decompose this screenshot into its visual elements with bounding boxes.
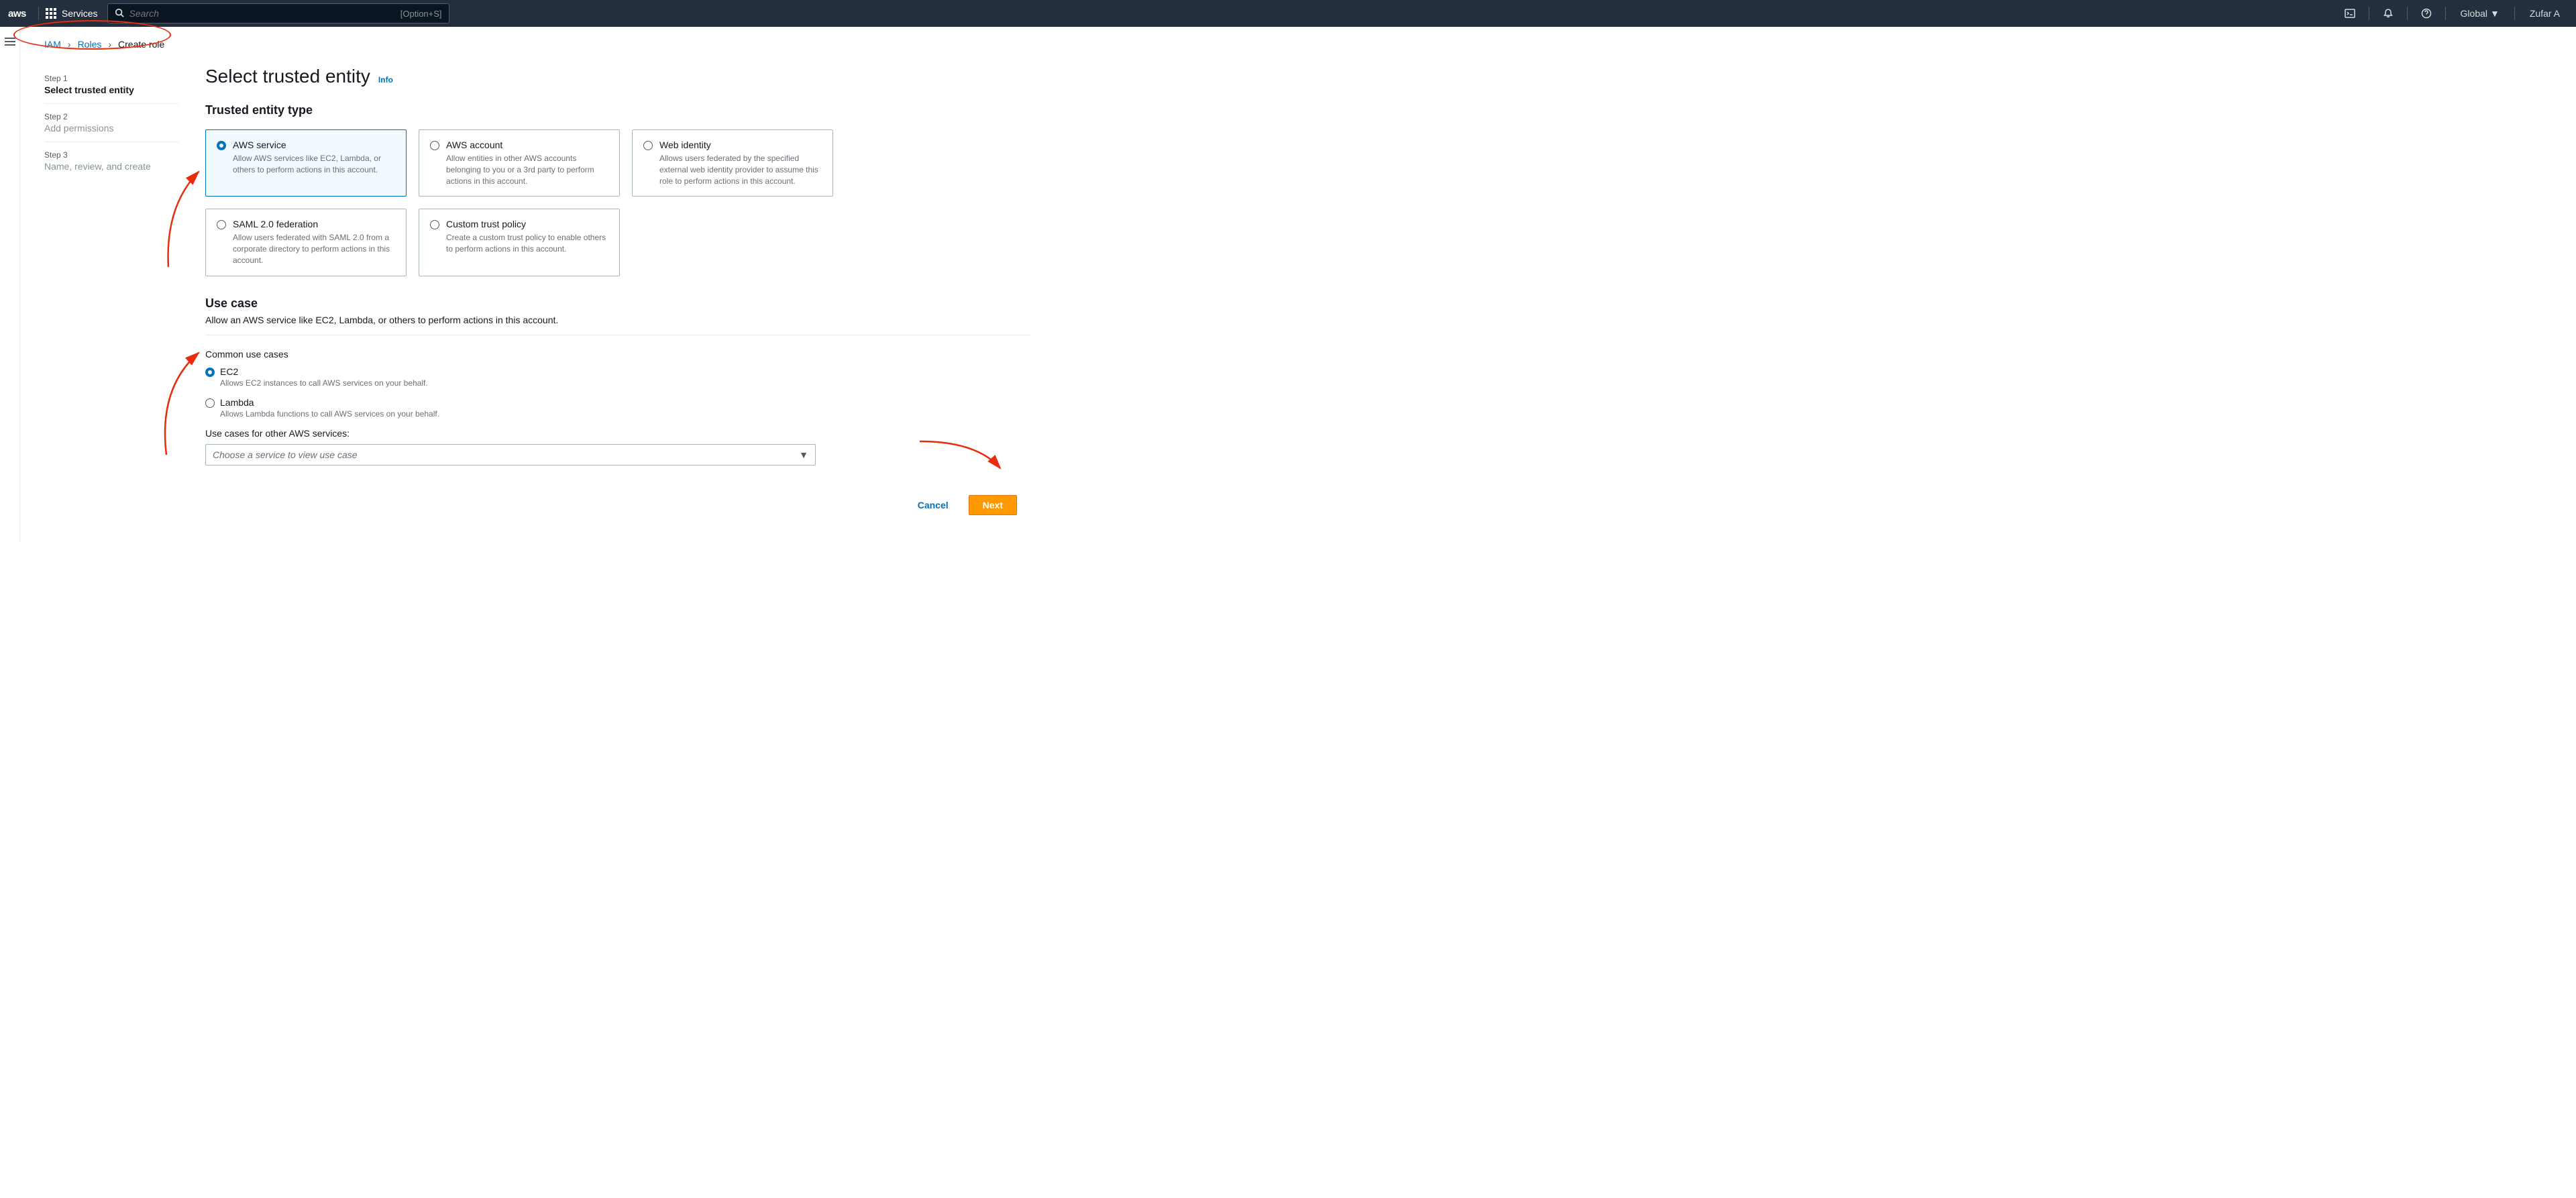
use-case-description: Allow an AWS service like EC2, Lambda, o… [205,315,1030,325]
step-1[interactable]: Step 1 Select trusted entity [44,66,178,104]
cloudshell-icon[interactable] [2338,0,2362,27]
tile-title: SAML 2.0 federation [233,219,395,229]
region-selector[interactable]: Global ▼ [2453,8,2508,19]
trusted-entity-type-heading: Trusted entity type [205,103,1030,117]
tile-title: Custom trust policy [446,219,608,229]
wizard-footer: Cancel Next [205,495,1030,515]
top-nav: aws Services [Option+S] Global ▼ Zufar A [0,0,2576,27]
chevron-right-icon: › [108,39,111,50]
usecase-ec2[interactable]: EC2 [205,366,1030,377]
radio-description: Allows EC2 instances to call AWS service… [220,378,1030,388]
wizard-steps: Step 1 Select trusted entity Step 2 Add … [44,66,178,515]
breadcrumb-iam[interactable]: IAM [44,39,61,50]
breadcrumb: IAM › Roles › Create role [44,39,2576,50]
service-select[interactable]: Choose a service to view use case ▼ [205,444,816,466]
step-number: Step 1 [44,74,178,83]
step-number: Step 2 [44,112,178,121]
step-2[interactable]: Step 2 Add permissions [44,104,178,142]
search-shortcut: [Option+S] [400,9,442,19]
services-label: Services [62,8,98,19]
usecase-lambda[interactable]: Lambda [205,397,1030,408]
breadcrumb-current: Create role [118,39,164,50]
radio-description: Allows Lambda functions to call AWS serv… [220,409,1030,419]
nav-divider [2514,7,2515,20]
nav-divider [2407,7,2408,20]
radio-label: EC2 [220,366,238,377]
radio-icon [430,220,439,229]
radio-icon [205,398,215,408]
tile-aws-service[interactable]: AWS service Allow AWS services like EC2,… [205,129,407,197]
use-case-heading: Use case [205,296,1030,311]
step-title: Select trusted entity [44,85,178,95]
other-services-label: Use cases for other AWS services: [205,428,1030,439]
services-menu[interactable]: Services [46,8,98,19]
entity-type-tiles: AWS service Allow AWS services like EC2,… [205,129,1030,276]
tile-title: Web identity [659,140,822,150]
help-icon[interactable] [2414,0,2438,27]
tile-web-identity[interactable]: Web identity Allows users federated by t… [632,129,833,197]
user-menu[interactable]: Zufar A [2522,8,2568,19]
tile-desc: Allow users federated with SAML 2.0 from… [233,232,395,266]
hamburger-icon [5,38,15,542]
info-link[interactable]: Info [378,75,393,85]
global-search[interactable]: [Option+S] [107,3,449,23]
select-placeholder: Choose a service to view use case [213,449,358,460]
notifications-icon[interactable] [2376,0,2400,27]
radio-label: Lambda [220,397,254,408]
tile-desc: Allows users federated by the specified … [659,153,822,186]
step-title: Add permissions [44,123,178,133]
radio-icon [430,141,439,150]
sidebar-toggle[interactable] [0,27,20,542]
radio-icon [643,141,653,150]
services-grid-icon [46,8,56,19]
tile-saml-federation[interactable]: SAML 2.0 federation Allow users federate… [205,209,407,276]
tile-desc: Allow AWS services like EC2, Lambda, or … [233,153,395,176]
tile-title: AWS account [446,140,608,150]
step-3[interactable]: Step 3 Name, review, and create [44,142,178,180]
step-number: Step 3 [44,150,178,160]
search-icon [115,8,124,19]
caret-down-icon: ▼ [799,449,808,460]
next-button[interactable]: Next [969,495,1017,515]
tile-desc: Create a custom trust policy to enable o… [446,232,608,255]
tile-custom-trust-policy[interactable]: Custom trust policy Create a custom trus… [419,209,620,276]
common-use-cases-label: Common use cases [205,349,1030,360]
page-title: Select trusted entity [205,66,370,87]
tile-aws-account[interactable]: AWS account Allow entities in other AWS … [419,129,620,197]
radio-icon [217,141,226,150]
region-label: Global [2461,8,2487,19]
nav-divider [2445,7,2446,20]
step-title: Name, review, and create [44,161,178,172]
search-input[interactable] [129,8,400,19]
radio-icon [217,220,226,229]
tile-title: AWS service [233,140,395,150]
caret-down-icon: ▼ [2490,8,2500,19]
cancel-button[interactable]: Cancel [907,495,959,515]
tile-desc: Allow entities in other AWS accounts bel… [446,153,608,186]
radio-icon [205,368,215,377]
breadcrumb-roles[interactable]: Roles [78,39,102,50]
nav-divider [38,7,39,20]
aws-logo[interactable]: aws [8,8,26,19]
annotation-arrow [916,438,1010,478]
chevron-right-icon: › [68,39,71,50]
